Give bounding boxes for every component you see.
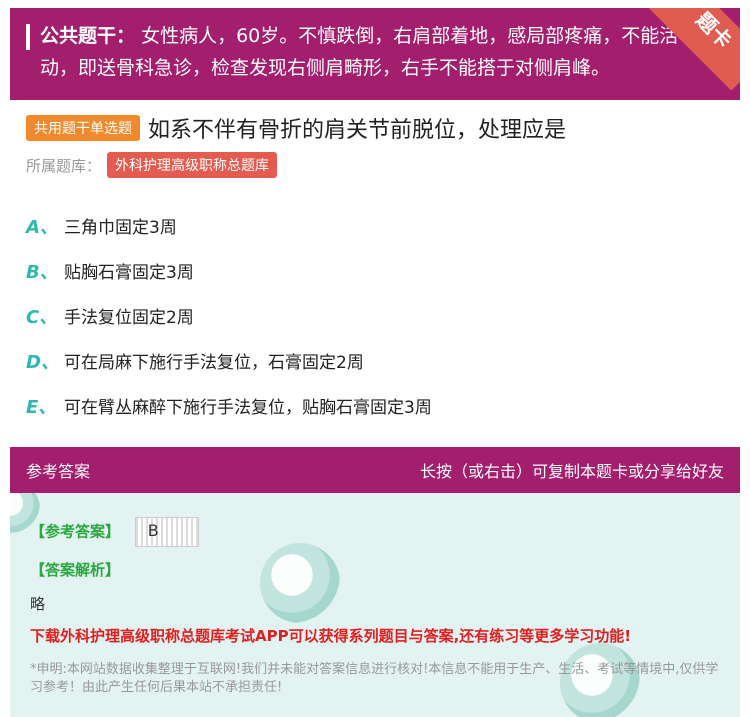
analysis-text: 略 (30, 595, 46, 613)
option-letter: A、 (26, 216, 58, 238)
stem-text: 女性病人，60岁。不慎跌倒，右肩部着地，感局部疼痛，不能活动，即送骨科急诊，检查… (40, 25, 679, 79)
app-promo-link[interactable]: 下载外科护理高级职称总题库考试APP可以获得系列题目与答案,还有练习等更多学习功… (30, 625, 631, 646)
answer-header-title: 参考答案 (26, 462, 91, 481)
answer-panel: 【参考答案】 B 【答案解析】 略 下载外科护理高级职称总题库考试APP可以获得… (10, 493, 740, 717)
option-e[interactable]: E、 可在臂丛麻醉下施行手法复位，贴胸石膏固定3周 (26, 383, 432, 428)
option-letter: E、 (26, 396, 57, 418)
answer-header: 参考答案 长按（或右击）可复制本题卡或分享给好友 (10, 447, 740, 493)
question-row: 共用题干单选题 如系不伴有骨折的肩关节前脱位，处理应是 (26, 112, 566, 144)
option-d[interactable]: D、 可在局麻下施行手法复位，石膏固定2周 (26, 338, 432, 383)
reference-answer-row: 【参考答案】 B (30, 517, 199, 547)
option-c[interactable]: C、 手法复位固定2周 (26, 293, 432, 338)
bank-tag-link[interactable]: 外科护理高级职称总题库 (107, 152, 278, 178)
option-b[interactable]: B、 贴胸石膏固定3周 (26, 248, 432, 293)
option-text: 可在局麻下施行手法复位，石膏固定2周 (64, 353, 364, 373)
question-stem-panel: 公共题干： 女性病人，60岁。不慎跌倒，右肩部着地，感局部疼痛，不能活动，即送骨… (10, 8, 740, 100)
option-a[interactable]: A、 三角巾固定3周 (26, 203, 432, 248)
stem-accent-bar (26, 24, 30, 50)
option-text: 可在臂丛麻醉下施行手法复位，贴胸石膏固定3周 (64, 398, 432, 418)
option-text: 三角巾固定3周 (64, 218, 177, 238)
share-hint: 长按（或右击）可复制本题卡或分享给好友 (419, 462, 724, 481)
option-letter: C、 (26, 306, 58, 328)
bank-label: 所属题库： (26, 156, 102, 175)
disclaimer-text: *申明:本网站数据收集整理于互联网!我们并未能对答案信息进行核对!本信息不能用于… (30, 662, 719, 695)
reference-answer-label: 【参考答案】 (30, 522, 121, 541)
option-text: 手法复位固定2周 (64, 308, 194, 328)
stem-title: 公共题干： (40, 25, 136, 47)
question-type-tag: 共用题干单选题 (26, 115, 140, 141)
options-list: A、 三角巾固定3周 B、 贴胸石膏固定3周 C、 手法复位固定2周 D、 可在… (26, 203, 432, 428)
watermark-logo (260, 543, 340, 623)
question-text: 如系不伴有骨折的肩关节前脱位，处理应是 (148, 118, 567, 143)
answer-value: B (147, 521, 159, 540)
option-text: 贴胸石膏固定3周 (64, 263, 194, 283)
option-letter: B、 (26, 261, 58, 283)
option-letter: D、 (26, 351, 59, 373)
bank-row: 所属题库： 外科护理高级职称总题库 (26, 152, 278, 178)
analysis-label-row: 【答案解析】 (30, 559, 120, 580)
analysis-label: 【答案解析】 (30, 561, 121, 579)
answer-image: B (134, 517, 199, 547)
